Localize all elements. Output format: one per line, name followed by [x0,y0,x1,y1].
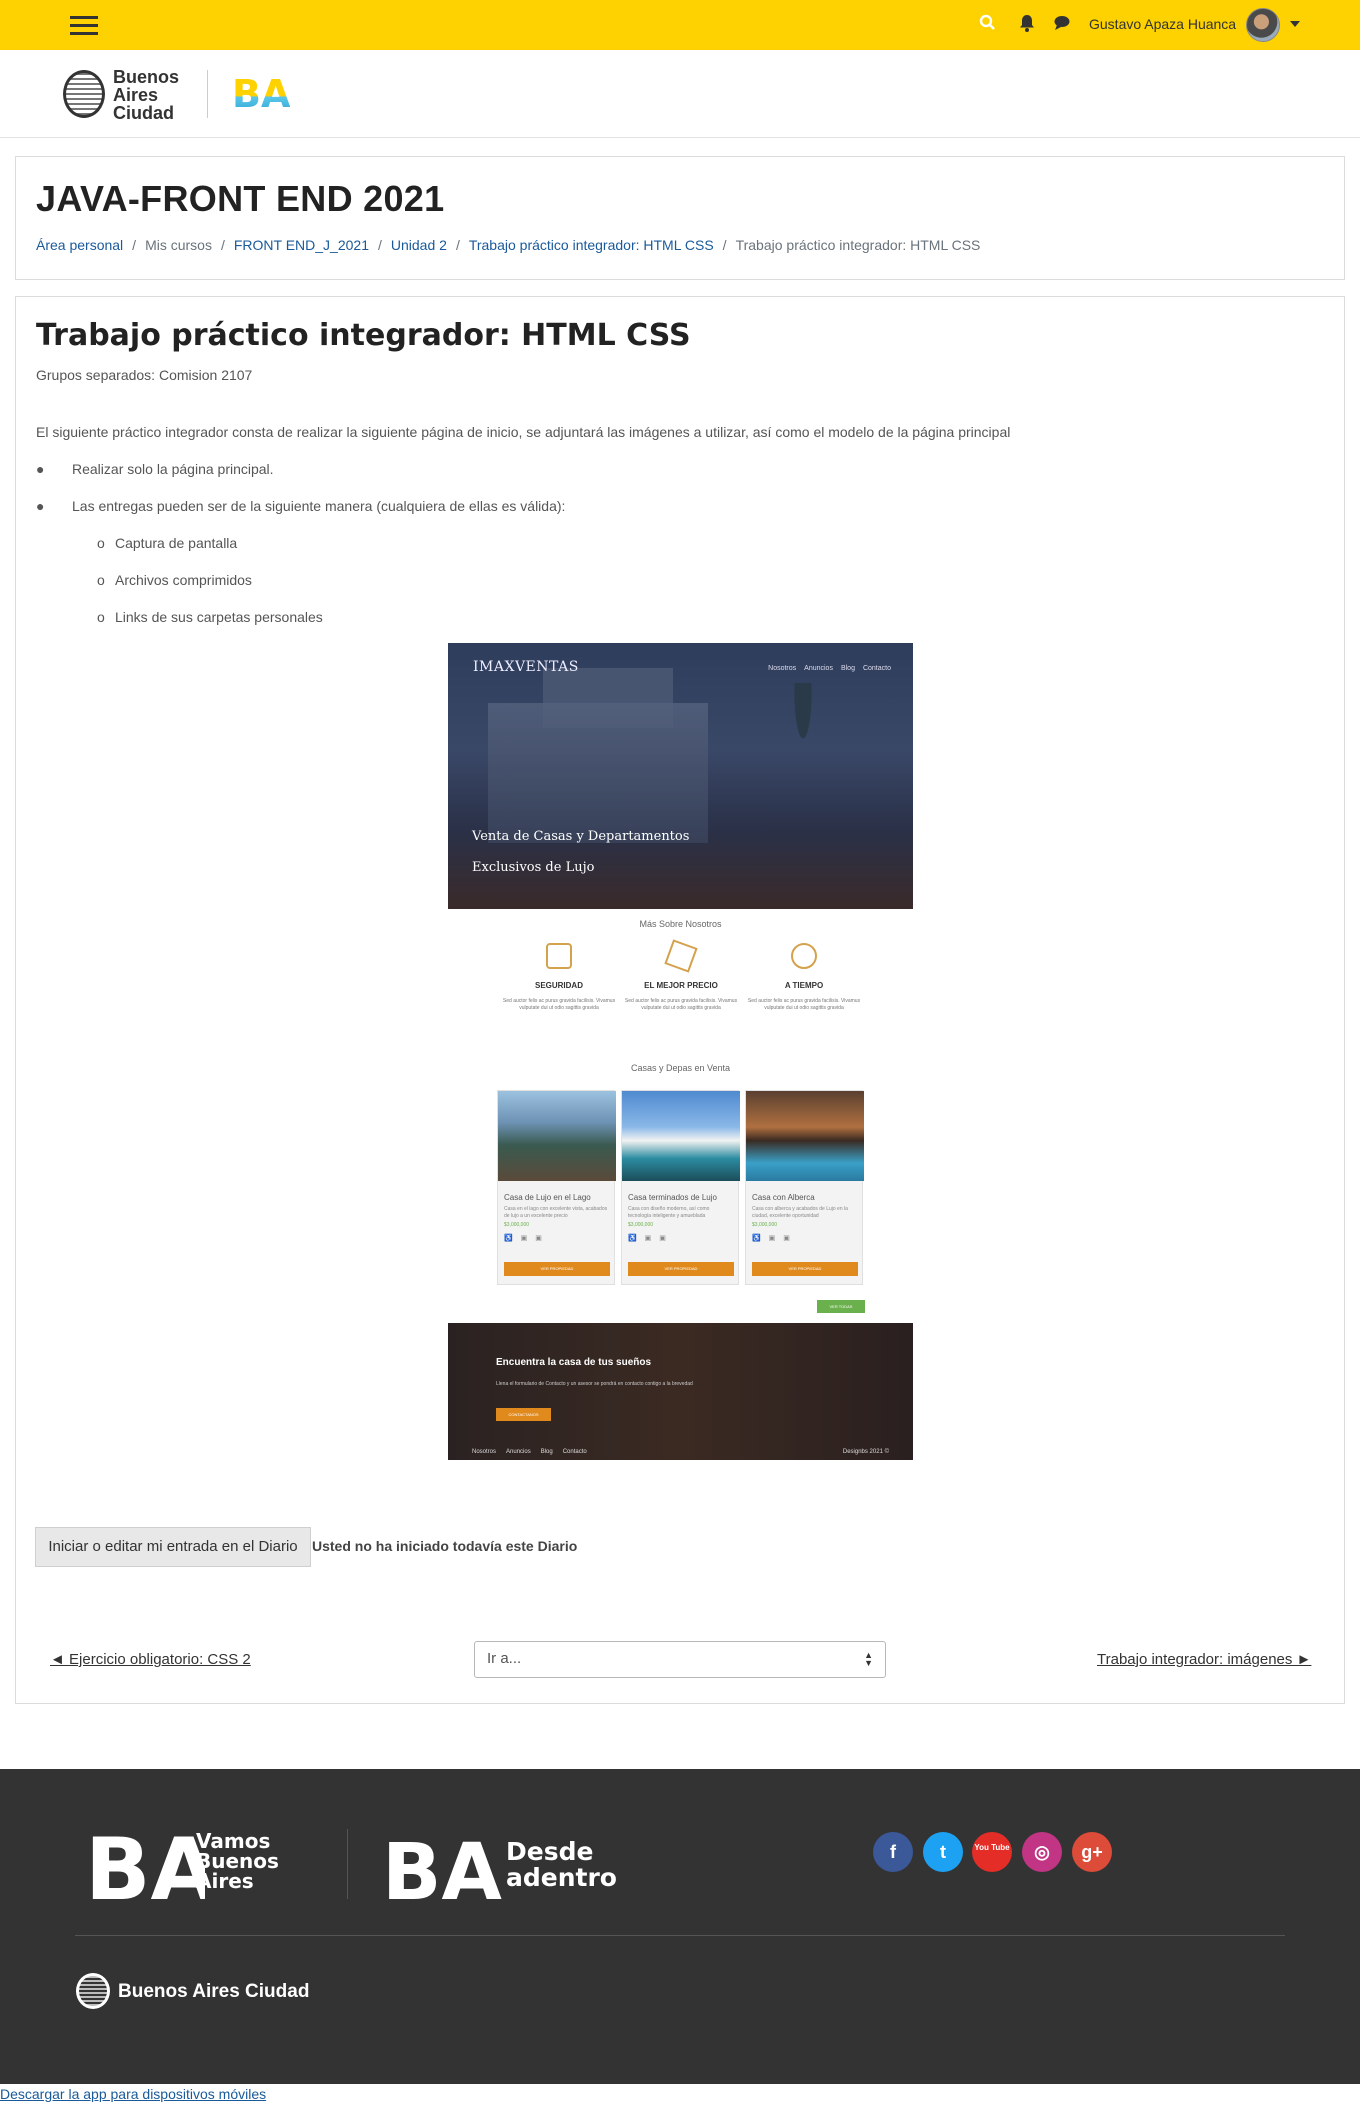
mock-feature: SEGURIDAD Sed auctor felis ac purus grav… [499,943,619,1012]
city-seal-icon [76,1973,110,2009]
city-logo-text: Buenos Aires Ciudad [113,67,180,123]
twitter-icon[interactable]: t [923,1832,963,1872]
mock-listing-card: Casa con Alberca Casa con alberca y acab… [745,1090,864,1285]
mock-about-heading: Más Sobre Nosotros [639,919,722,929]
mock-hero: IMAXVENTAS Nosotros Anuncios Blog Contacto … [448,643,913,909]
svg-text:BA: BA [382,1831,502,1911]
groups-label: Grupos separados: Comision 2107 [36,367,253,383]
sub-bullet-marker: o [97,535,105,551]
mock-listing-card: Casa terminados de Lujo Casa con diseño … [621,1090,740,1285]
footer-divider [347,1829,348,1899]
activity-title: Trabajo práctico integrador: HTML CSS [36,318,691,353]
sub-list-item: o Archivos comprimidos [97,572,252,588]
caret-down-icon[interactable] [1290,21,1300,27]
sub-bullet-marker: o [97,609,105,625]
facebook-icon[interactable]: f [873,1832,913,1872]
mock-brand: IMAXVENTAS [473,659,579,675]
sub-bullet-marker: o [97,572,105,588]
activity-intro: El siguiente práctico integrador consta … [36,424,1011,440]
jump-to-select[interactable]: Ir a... ▲ ▼ [474,1641,886,1678]
google-plus-icon[interactable]: g+ [1072,1832,1112,1872]
youtube-icon[interactable]: You Tube [972,1832,1012,1872]
mock-listing-card: Casa de Lujo en el Lago Casa en el lago … [497,1090,616,1285]
breadcrumb-item-area-personal[interactable]: Área personal [36,237,123,253]
next-activity-link[interactable]: Trabajo integrador: imágenes ► [1097,1651,1311,1668]
svg-text:BA: BA [85,1827,205,1907]
logo-bar [0,50,1360,138]
sub-list-item: o Captura de pantalla [97,535,238,551]
desde-adentro-text: Desde adentro [506,1837,617,1892]
homepage-model-image: IMAXVENTAS Nosotros Anuncios Blog Contacto … [448,643,913,1460]
breadcrumb-item-unit[interactable]: Unidad 2 [391,237,447,253]
search-icon[interactable] [977,12,999,34]
clock-icon [791,943,817,969]
mock-contact-banner: Encuentra la casa de tus sueños Llena el… [448,1323,913,1460]
diary-status: Usted no ha iniciado todavía este Diario [312,1538,578,1554]
list-item: ● Las entregas pueden ser de la siguiente… [36,498,566,514]
mock-feature: A TIEMPO Sed auctor felis ac purus gravi… [744,943,864,1012]
footer-separator [75,1935,1285,1936]
breadcrumb-item-mis-cursos: Mis cursos [145,237,212,253]
mock-hero-title: Venta de Casas y Departamentos Exclusivo… [472,829,690,875]
footer: BA Vamos Buenos Aires BA Desde adentro f t … [0,1769,1360,2084]
chat-icon[interactable] [1051,12,1073,34]
top-navbar: Gustavo Apaza Huanca [0,0,1360,50]
breadcrumb-item-activity[interactable]: Trabajo práctico integrador: HTML CSS [469,237,714,253]
breadcrumb: Área personal / Mis cursos / FRONT END_J_202… [36,237,981,253]
ba-logo: BA [232,74,291,112]
mock-view-all-button: VER TODAS [817,1300,865,1313]
select-arrows-icon: ▲ ▼ [864,1650,873,1668]
instagram-icon[interactable]: ◎ [1022,1832,1062,1872]
breadcrumb-item-current: Trabajo práctico integrador: HTML CSS [735,237,981,253]
svg-text:BA: BA [232,74,291,112]
prev-activity-link[interactable]: ◄ Ejercicio obligatorio: CSS 2 [50,1651,251,1668]
bullet-marker: ● [36,461,45,477]
city-seal-icon [63,70,105,118]
mock-listing-heading: Casas y Depas en Venta [630,1063,731,1073]
avatar[interactable] [1246,8,1280,42]
list-item: ● Realizar solo la página principal. [36,461,274,477]
lock-icon [546,943,572,969]
mobile-app-link[interactable]: Descargar la app para dispositivos móvil… [0,2086,266,2102]
bell-icon[interactable] [1016,12,1038,34]
money-icon [664,939,698,973]
page-title: JAVA-FRONT END 2021 [36,178,445,219]
sub-list-item: o Links de sus carpetas personales [97,609,323,625]
hamburger-menu-icon[interactable] [70,15,100,35]
ba-vamos-logo: BA [85,1827,205,1907]
mock-feature: EL MEJOR PRECIO Sed auctor felis ac puru… [621,939,741,1012]
edit-diary-entry-button[interactable]: Iniciar o editar mi entrada en el Diario [35,1527,311,1567]
bullet-marker: ● [36,498,45,514]
footer-city-name: Buenos Aires Ciudad [118,1981,310,2002]
user-name[interactable]: Gustavo Apaza Huanca [1089,16,1236,32]
mock-nav: Nosotros Anuncios Blog Contacto [768,665,891,672]
breadcrumb-item-course[interactable]: FRONT END_J_2021 [234,237,369,253]
ba-desde-logo: BA [382,1831,502,1911]
logo-divider [207,70,208,118]
vamos-buenos-aires-text: Vamos Buenos Aires [196,1829,279,1893]
